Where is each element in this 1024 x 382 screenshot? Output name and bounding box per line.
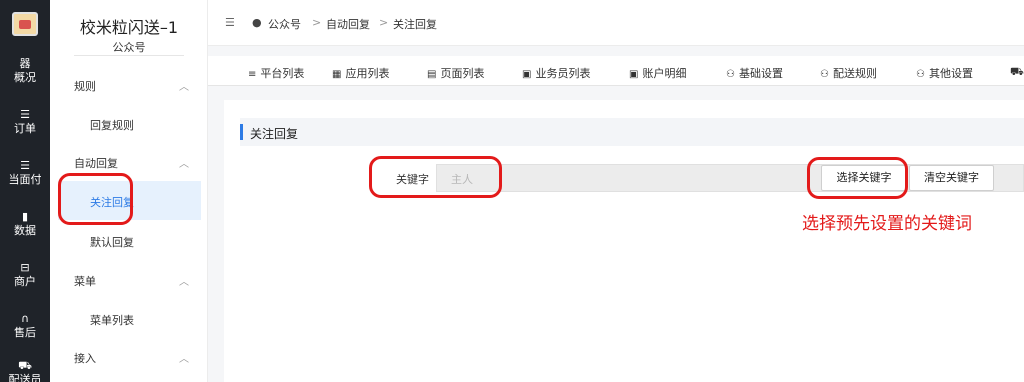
nav-courier-label: 配送员 xyxy=(8,373,42,382)
page-icon: ▤ xyxy=(427,69,437,80)
menu-group-label: 规则 xyxy=(74,80,96,93)
menu-group-label: 自动回复 xyxy=(74,157,118,170)
list-icon: ≡ xyxy=(248,69,257,80)
menu-item-menu-list[interactable]: 菜单列表 xyxy=(90,312,134,328)
menu-group-auto-reply[interactable]: 自动回复 ︿ xyxy=(74,155,189,171)
content-panel: 关注回复 关键字 主人 选择关键字 清空关键字 xyxy=(224,100,1024,382)
main-nav-rail: 器 概况 ☰ 订单 ☰ 当面付 ▮ 数据 ⊟ 商户 ∩ 售后 ⛟ 配送员 xyxy=(0,0,50,382)
section-accent-bar xyxy=(240,124,243,140)
scooter-icon: ⛟ xyxy=(18,359,32,372)
chevron-up-icon: ︿ xyxy=(179,354,189,365)
menu-group-rules[interactable]: 规则 ︿ xyxy=(74,78,189,94)
nav-data[interactable]: ▮ 数据 xyxy=(0,211,50,239)
nav-after-sales-label: 售后 xyxy=(14,326,36,339)
section-title: 关注回复 xyxy=(250,127,299,141)
app-root: 器 概况 ☰ 订单 ☰ 当面付 ▮ 数据 ⊟ 商户 ∩ 售后 ⛟ 配送员 校米粒… xyxy=(0,0,1024,382)
nav-data-label: 数据 xyxy=(14,224,36,237)
list-icon: ☰ xyxy=(20,159,30,172)
id-card-icon: ▣ xyxy=(522,69,532,80)
section-header: 关注回复 xyxy=(240,118,1024,146)
menu-group-label: 接入 xyxy=(74,352,96,365)
menu-item-reply-rules[interactable]: 回复规则 xyxy=(90,117,134,133)
breadcrumb-bar: ☰ ● 公众号 > 自动回复 > 关注回复 xyxy=(208,0,1024,46)
tab-label: 其他设置 xyxy=(928,67,973,80)
menu-item-default-reply[interactable]: 默认回复 xyxy=(90,234,134,250)
tab-basic-settings[interactable]: ⚇ 基础设置 xyxy=(726,65,783,81)
nav-face-pay[interactable]: ☰ 当面付 xyxy=(0,160,50,188)
chevron-up-icon: ︿ xyxy=(179,277,189,288)
nav-face-pay-label: 当面付 xyxy=(8,173,42,186)
clear-keyword-button[interactable]: 清空关键字 xyxy=(909,165,994,191)
menu-group-access[interactable]: 接入 ︿ xyxy=(74,350,189,366)
tab-other-settings[interactable]: ⚇ 其他设置 xyxy=(916,65,973,81)
store-icon: ⊟ xyxy=(20,261,30,274)
highlight-ring-select xyxy=(807,157,908,199)
nav-overview-label: 概况 xyxy=(14,71,36,84)
tab-platform-list[interactable]: ≡ 平台列表 xyxy=(248,65,304,81)
nav-merchant-label: 商户 xyxy=(14,275,36,288)
highlight-ring-keyword xyxy=(369,156,502,198)
tab-label: 平台列表 xyxy=(260,67,305,80)
apps-icon: ▦ xyxy=(332,69,342,80)
user-settings-icon: ⚇ xyxy=(820,69,829,80)
breadcrumb-separator: > xyxy=(312,16,322,29)
account-type: 公众号 xyxy=(112,41,146,54)
tab-label: 业务员列表 xyxy=(535,67,591,80)
list-icon: ☰ xyxy=(20,108,30,121)
user-settings-icon: ⚇ xyxy=(726,69,735,80)
tab-salesman-list[interactable]: ▣ 业务员列表 xyxy=(522,65,590,81)
breadcrumb-item[interactable]: 自动回复 xyxy=(326,16,370,32)
chevron-up-icon: ︿ xyxy=(179,82,189,93)
tab-label: 应用列表 xyxy=(345,67,390,80)
scooter-icon[interactable]: ⛟ xyxy=(1010,65,1024,80)
breadcrumb-item[interactable]: 公众号 xyxy=(268,16,301,32)
nav-orders-label: 订单 xyxy=(14,122,36,135)
breadcrumb-current: 关注回复 xyxy=(393,18,437,31)
tab-delivery-rules[interactable]: ⚇ 配送规则 xyxy=(820,65,877,81)
grid-icon: 器 xyxy=(19,57,31,70)
chevron-up-icon: ︿ xyxy=(179,159,189,170)
tab-account-detail[interactable]: ▣ 账户明细 xyxy=(629,65,686,81)
bar-chart-icon: ▮ xyxy=(21,210,29,223)
tab-label: 配送规则 xyxy=(832,67,877,80)
tab-label: 页面列表 xyxy=(440,67,485,80)
account-title: 校米粒闪送–1 xyxy=(79,18,179,37)
collapse-sidebar-icon[interactable]: ☰ xyxy=(225,16,235,29)
menu-group-label: 菜单 xyxy=(74,275,96,288)
nav-orders[interactable]: ☰ 订单 xyxy=(0,109,50,137)
nav-after-sales[interactable]: ∩ 售后 xyxy=(0,313,50,341)
app-logo[interactable] xyxy=(12,12,38,36)
tab-label: 账户明细 xyxy=(642,67,687,80)
nav-overview[interactable]: 器 概况 xyxy=(0,58,50,86)
divider xyxy=(74,55,184,56)
nav-courier[interactable]: ⛟ 配送员 xyxy=(0,360,50,382)
menu-group-menu[interactable]: 菜单 ︿ xyxy=(74,273,189,289)
tab-app-list[interactable]: ▦ 应用列表 xyxy=(332,65,389,81)
tab-label: 基础设置 xyxy=(738,67,783,80)
user-settings-icon: ⚇ xyxy=(916,69,925,80)
highlight-ring-menu xyxy=(58,173,133,225)
module-tabs: ≡ 平台列表 ▦ 应用列表 ▤ 页面列表 ▣ 业务员列表 ▣ 账户明细 ⚇ 基础设置 ⚇ 配送… xyxy=(208,56,1024,86)
breadcrumb-separator: > xyxy=(379,16,389,29)
nav-merchant[interactable]: ⊟ 商户 xyxy=(0,262,50,290)
id-card-icon: ▣ xyxy=(629,69,639,80)
wechat-icon: ● xyxy=(252,16,262,29)
annotation-text: 选择预先设置的关键词 xyxy=(802,214,972,234)
tab-page-list[interactable]: ▤ 页面列表 xyxy=(427,65,484,81)
headset-icon: ∩ xyxy=(20,312,30,325)
